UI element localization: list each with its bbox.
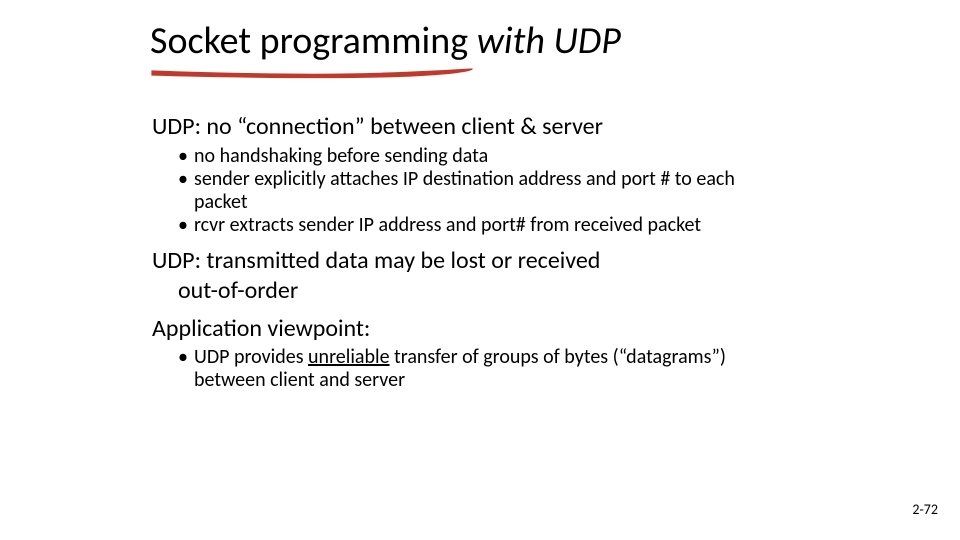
slide-body: UDP: no “connection” between client & se…: [152, 113, 792, 392]
slide-number: 2-72: [912, 501, 938, 518]
section2: UDP: transmitted data may be lost or rec…: [152, 247, 792, 305]
section1-heading-quote: “connection”: [237, 112, 365, 141]
bullet-text-pre: UDP provides: [194, 345, 308, 369]
list-item: UDP provides unreliable transfer of grou…: [178, 346, 792, 392]
title-underline-stroke: [150, 66, 480, 80]
section3-heading: Application viewpoint:: [152, 315, 792, 343]
section3: Application viewpoint: UDP provides unre…: [152, 315, 792, 393]
title-text-italic: with UDP: [477, 18, 621, 64]
bullet-text-quote: “datagrams”: [619, 345, 720, 369]
list-item: no handshaking before sending data: [178, 145, 792, 168]
bullet-text-mid: transfer of groups of bytes (: [390, 345, 619, 369]
section1-heading-post: between client & server: [365, 112, 603, 141]
slide: Socket programming with UDP UDP: no “con…: [0, 0, 960, 540]
list-item: sender explicitly attaches IP destinatio…: [178, 168, 792, 214]
section3-bullets: UDP provides unreliable transfer of grou…: [178, 346, 792, 392]
section1-heading: UDP: no “connection” between client & se…: [152, 113, 792, 141]
section2-line1: UDP: transmitted data may be lost or rec…: [152, 247, 792, 275]
bullet-text-underlined: unreliable: [308, 345, 389, 369]
title-text-plain: Socket programming: [150, 18, 477, 64]
slide-title: Socket programming with UDP: [150, 18, 960, 64]
section1-bullets: no handshaking before sending data sende…: [178, 145, 792, 237]
section1-heading-pre: UDP: no: [152, 112, 237, 141]
list-item: rcvr extracts sender IP address and port…: [178, 214, 792, 237]
section2-line2: out-of-order: [178, 278, 792, 304]
